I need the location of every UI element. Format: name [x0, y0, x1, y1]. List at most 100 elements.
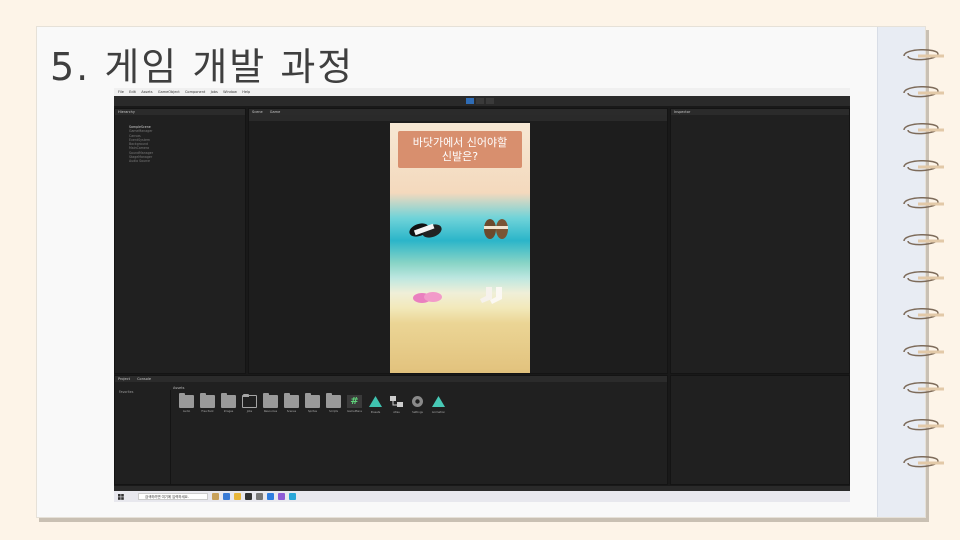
- play-controls: [466, 98, 494, 104]
- asset-item[interactable]: Scripts: [326, 393, 341, 414]
- black-slipper-icon[interactable]: [408, 219, 444, 241]
- asset-label: Images: [223, 410, 234, 413]
- menu-file[interactable]: File: [118, 88, 124, 96]
- taskbar-unity-icon[interactable]: [245, 493, 252, 500]
- hierarchy-item[interactable]: GameManager: [129, 129, 153, 133]
- folder-icon: [263, 393, 278, 408]
- taskbar-app-icon[interactable]: [278, 493, 285, 500]
- asset-label: Settings: [412, 411, 423, 414]
- asset-label: Resources: [263, 410, 278, 413]
- binder-ring-icon: [903, 86, 944, 98]
- brown-sandal-icon[interactable]: [482, 217, 510, 241]
- asset-item[interactable]: Resources: [263, 393, 278, 414]
- folder-icon: [305, 393, 320, 408]
- asset-label: Presets: [370, 411, 381, 414]
- folder-icon: [326, 393, 341, 408]
- asset-label: Free Pack: [201, 410, 214, 413]
- taskbar-app-icon[interactable]: [256, 493, 263, 500]
- project-panel: Project Console Favorites Assets Audio F…: [114, 375, 668, 485]
- asset-label: Jobs: [246, 410, 253, 413]
- slide: 5. 게임 개발 과정 File Edit Assets GameObject …: [0, 0, 960, 540]
- binder-rings: [898, 44, 948, 494]
- menu-edit[interactable]: Edit: [129, 88, 136, 96]
- asset-item[interactable]: # GameManager: [347, 395, 362, 414]
- hierarchy-item[interactable]: Audio Source: [129, 159, 153, 163]
- asset-label: Animation: [431, 411, 446, 414]
- folder-icon: [200, 393, 215, 408]
- white-sock-icon[interactable]: [478, 285, 508, 307]
- pink-shoe-icon[interactable]: [412, 289, 442, 305]
- question-line-1: 바닷가에서 신어야할: [412, 136, 508, 149]
- project-tabs: Project Console: [115, 376, 667, 382]
- asset-grid: Audio Free Pack Images Jobs Resources Sc…: [179, 393, 446, 414]
- binder-ring-icon: [903, 197, 944, 209]
- menu-jobs[interactable]: Jobs: [211, 88, 218, 96]
- asset-item[interactable]: Settings: [410, 395, 425, 414]
- menu-assets[interactable]: Assets: [141, 88, 152, 96]
- binder-ring-icon: [903, 234, 944, 246]
- folder-outline-icon: [242, 394, 257, 408]
- question-line-2: 신발은?: [441, 150, 479, 163]
- menu-bar: File Edit Assets GameObject Component Jo…: [114, 88, 850, 96]
- hierarchy-panel: Hierarchy SampleScene GameManager Canvas…: [114, 108, 246, 374]
- menu-component[interactable]: Component: [185, 88, 205, 96]
- asset-item[interactable]: Sprites: [305, 393, 320, 414]
- play-button[interactable]: [466, 98, 474, 104]
- project-tree: Favorites: [115, 390, 171, 484]
- taskbar-folder-icon[interactable]: [234, 493, 241, 500]
- tab-inspector[interactable]: Inspector: [671, 109, 849, 115]
- hierarchy-list: SampleScene GameManager Canvas EventSyst…: [129, 125, 153, 164]
- favorites-label[interactable]: Favorites: [119, 390, 170, 394]
- binder-ring-icon: [903, 382, 944, 394]
- csharp-script-icon: #: [347, 395, 362, 408]
- binder-ring-icon: [903, 123, 944, 135]
- menu-gameobject[interactable]: GameObject: [158, 88, 180, 96]
- asset-item[interactable]: Images: [221, 393, 236, 414]
- step-button[interactable]: [486, 98, 494, 104]
- binder-ring-icon: [903, 456, 944, 468]
- folder-icon: [284, 393, 299, 408]
- settings-gear-icon: [412, 396, 423, 407]
- pause-button[interactable]: [476, 98, 484, 104]
- windows-start-icon[interactable]: [118, 493, 124, 500]
- question-box: 바닷가에서 신어야할 신발은?: [398, 131, 522, 168]
- tab-console[interactable]: Console: [137, 377, 151, 381]
- binder-ring-icon: [903, 160, 944, 172]
- taskbar-app-icon[interactable]: [223, 493, 230, 500]
- asset-label: Audio: [182, 410, 191, 413]
- binder-ring-icon: [903, 308, 944, 320]
- asset-label: GameManager: [347, 410, 362, 413]
- folder-icon: [179, 393, 194, 408]
- binder-ring-icon: [903, 419, 944, 431]
- tab-scene[interactable]: Scene: [252, 110, 263, 114]
- binder-ring-icon: [903, 345, 944, 357]
- asset-item[interactable]: Free Pack: [200, 393, 215, 414]
- asset-item[interactable]: Audio: [179, 393, 194, 414]
- inspector-panel: Inspector: [670, 108, 850, 374]
- tab-hierarchy[interactable]: Hierarchy: [115, 109, 245, 115]
- asset-item[interactable]: Animation: [431, 395, 446, 414]
- assets-breadcrumb: Assets: [173, 386, 185, 390]
- asset-label: Scenes: [286, 410, 297, 413]
- sprite-atlas-icon: [390, 396, 403, 407]
- taskbar-app-icon[interactable]: [212, 493, 219, 500]
- taskbar-search-input[interactable]: 검색하려면 여기에 입력하세요.: [138, 493, 208, 500]
- binder-ring-icon: [903, 49, 944, 61]
- preset-icon: [369, 396, 382, 407]
- asset-label: Sprites: [307, 410, 318, 413]
- slide-title: 5. 게임 개발 과정: [50, 45, 355, 89]
- animation-icon: [432, 396, 445, 407]
- asset-item[interactable]: Presets: [368, 395, 383, 414]
- game-view-toolbar: [249, 115, 667, 121]
- asset-item[interactable]: Scenes: [284, 393, 299, 414]
- menu-help[interactable]: Help: [242, 88, 250, 96]
- asset-item[interactable]: Atlas: [389, 395, 404, 414]
- taskbar-app-icon[interactable]: [289, 493, 296, 500]
- asset-item[interactable]: Jobs: [242, 394, 257, 414]
- tab-project[interactable]: Project: [118, 377, 130, 381]
- tab-game[interactable]: Game: [270, 110, 280, 114]
- taskbar-vscode-icon[interactable]: [267, 493, 274, 500]
- menu-window[interactable]: Window: [223, 88, 237, 96]
- asset-label: Atlas: [393, 411, 400, 414]
- folder-icon: [221, 393, 236, 408]
